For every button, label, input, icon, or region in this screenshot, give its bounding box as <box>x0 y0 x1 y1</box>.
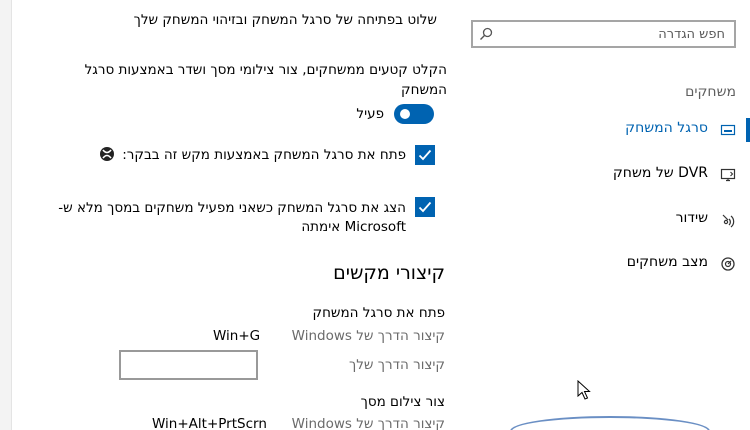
xbox-icon <box>100 147 114 161</box>
screenshot-windows-shortcut-value: Win+Alt+PrtScrn <box>152 416 267 430</box>
record-description-line2: המשחק <box>401 82 447 98</box>
checkmark-icon <box>418 149 432 161</box>
toggle-state-label: פעיל <box>356 106 384 122</box>
fullscreen-games-checkbox[interactable] <box>415 197 435 217</box>
open-game-bar-heading: פתח את סרגל המשחק <box>312 305 445 321</box>
your-shortcut-label: קיצור הדרך שלך <box>348 357 445 373</box>
broadcasting-icon <box>722 214 735 228</box>
screenshot-windows-shortcut-label: קיצור הדרך של Windows <box>291 416 445 430</box>
search-box[interactable] <box>471 20 736 48</box>
sidebar-item-game-bar[interactable]: סרגל המשחק <box>452 110 750 150</box>
windows-shortcut-value: Win+G <box>213 328 261 344</box>
active-indicator <box>746 118 750 142</box>
scrollbar[interactable] <box>0 0 12 430</box>
windows-shortcut-label: קיצור הדרך של Windows <box>291 328 445 344</box>
sidebar-item-label: DVR של משחק <box>612 165 708 181</box>
game-mode-icon <box>721 257 735 271</box>
toggle-knob <box>400 109 410 119</box>
sidebar-item-label: סרגל המשחק <box>625 120 708 136</box>
sidebar-item-label: מצב משחקים <box>626 254 708 270</box>
fullscreen-games-label-line2: Microsoft אימתה <box>301 219 406 235</box>
checkmark-icon <box>418 201 432 213</box>
keyboard-shortcuts-title: קיצורי מקשים <box>333 262 445 284</box>
game-bar-icon <box>720 124 736 136</box>
record-toggle-switch[interactable] <box>394 104 434 124</box>
nav-section-title: משחקים <box>685 84 736 100</box>
record-description-line1: הקלט קטעים ממשחקים, צור צילומי מסך ושדר … <box>84 62 447 78</box>
screenshot-heading: צור צילום מסך <box>360 394 445 410</box>
controller-shortcut-checkbox[interactable] <box>415 145 435 165</box>
fullscreen-games-label-line1: הצג את סרגל המשחק כשאני מפעיל משחקים במס… <box>58 200 406 216</box>
search-input[interactable] <box>497 22 731 46</box>
sidebar-item-broadcasting[interactable]: שידור <box>452 200 750 240</box>
game-bar-description: שלוט בפתיחה של סרגל המשחק ובזיהוי המשחק … <box>133 12 437 28</box>
mouse-cursor-icon <box>577 380 591 400</box>
sidebar-item-label: שידור <box>675 210 708 226</box>
sidebar-item-game-dvr[interactable]: DVR של משחק <box>452 155 750 195</box>
sidebar-item-game-mode[interactable]: מצב משחקים <box>452 244 750 284</box>
controller-shortcut-label: פתח את סרגל המשחק באמצעות מקש זה בבקר: <box>122 147 406 163</box>
game-dvr-icon <box>720 168 736 182</box>
custom-shortcut-input[interactable] <box>119 350 258 380</box>
search-icon <box>480 27 493 40</box>
